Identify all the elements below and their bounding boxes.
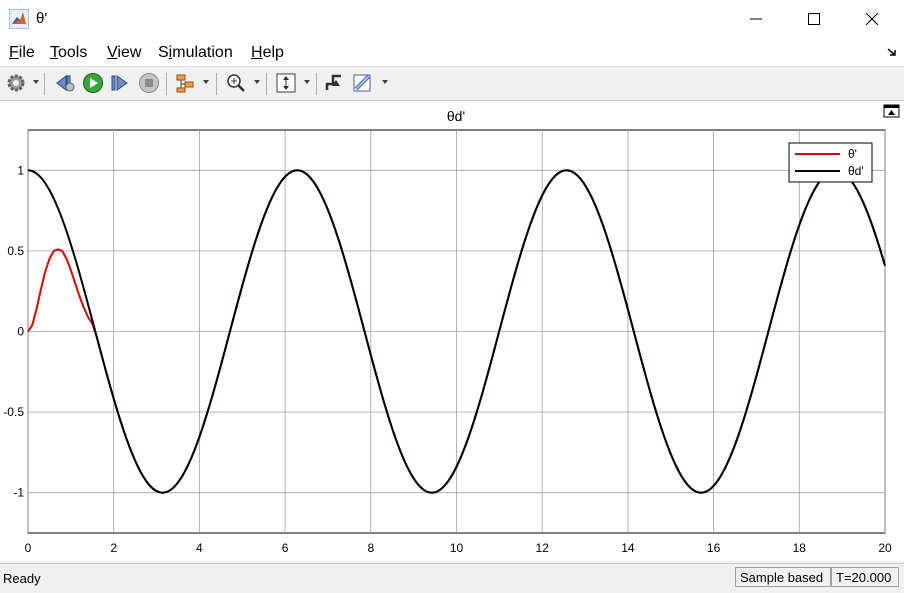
menu-view[interactable]: View xyxy=(107,44,141,62)
x-tick-label: 10 xyxy=(450,541,464,555)
menu-help-accel: H xyxy=(251,44,263,61)
plot-title: θd' xyxy=(447,108,465,124)
menu-tools-rest: ools xyxy=(58,44,88,61)
settings-gear-icon xyxy=(7,74,25,92)
x-tick-label: 20 xyxy=(878,541,892,555)
minimize-button[interactable] xyxy=(727,0,785,38)
x-tick-label: 14 xyxy=(621,541,635,555)
sample-mode-field: Sample based xyxy=(735,567,831,587)
toolbar-separator xyxy=(266,73,267,95)
step-back-button[interactable] xyxy=(54,72,76,94)
zoom-in-icon xyxy=(227,74,245,92)
menu-tools-accel: T xyxy=(50,44,58,61)
y-tick-label: 1 xyxy=(17,163,24,177)
run-icon xyxy=(83,73,103,93)
status-text: Ready xyxy=(3,571,41,586)
cursor-measurements-icon xyxy=(353,74,371,92)
menu-bar: File Tools View Simulation Help xyxy=(0,38,904,67)
menu-file-rest: ile xyxy=(18,44,35,61)
x-tick-label: 2 xyxy=(110,541,117,555)
legend-label-theta-d-prime: θd' xyxy=(848,164,864,178)
run-button[interactable] xyxy=(82,72,104,94)
maximize-button[interactable] xyxy=(785,0,843,38)
signal-selector-button[interactable] xyxy=(175,72,197,94)
menu-view-accel: V xyxy=(107,44,118,61)
settings-dropdown-arrow[interactable] xyxy=(33,80,39,84)
close-button[interactable] xyxy=(843,0,901,38)
triggers-icon xyxy=(325,74,341,90)
menu-simulation-rest: mulation xyxy=(172,44,233,61)
undock-button[interactable] xyxy=(883,104,900,118)
x-tick-label: 4 xyxy=(196,541,203,555)
zoom-button[interactable] xyxy=(225,72,247,94)
status-bar: Ready Sample based T=20.000 xyxy=(0,563,904,593)
menu-file[interactable]: File xyxy=(9,44,35,62)
step-forward-button[interactable] xyxy=(110,72,130,94)
toolbar-separator xyxy=(166,73,167,95)
x-tick-label: 12 xyxy=(536,541,550,555)
stop-icon xyxy=(139,73,159,93)
x-tick-label: 0 xyxy=(25,541,32,555)
y-tick-label: -1 xyxy=(13,486,24,500)
menu-view-rest: iew xyxy=(117,44,142,61)
scope-plot: θd' 0 2 4 6 8 10 12 14 16 18 20 1 0.5 0 -0.5 -1 θ' θd' xyxy=(0,101,904,561)
window-title: θ' xyxy=(36,10,48,27)
menu-help-rest: elp xyxy=(262,44,284,61)
cursor-measurements-button[interactable] xyxy=(352,72,374,94)
matlab-logo-icon xyxy=(9,9,29,29)
toolbar-separator xyxy=(44,73,45,95)
scope-plot-area: θd' 0 2 4 6 8 10 12 14 16 18 20 1 0.5 0 -0.5 -1 θ' θd' xyxy=(0,101,904,561)
close-icon xyxy=(866,13,878,25)
menu-simulation[interactable]: Simulation xyxy=(158,44,233,62)
dock-arrow-icon[interactable] xyxy=(886,46,898,58)
y-tick-label: 0.5 xyxy=(7,244,24,258)
menu-simulation-prefix: S xyxy=(158,44,169,61)
stop-button[interactable] xyxy=(138,72,160,94)
step-forward-icon xyxy=(111,75,128,91)
measurements-dropdown-arrow[interactable] xyxy=(382,80,388,84)
toolbar xyxy=(0,67,904,101)
title-bar: θ' xyxy=(0,0,904,38)
toolbar-separator xyxy=(316,73,317,95)
x-tick-label: 6 xyxy=(282,541,289,555)
sim-time-field: T=20.000 xyxy=(831,567,899,587)
toolbar-separator xyxy=(216,73,217,95)
triggers-button[interactable] xyxy=(324,72,344,94)
signal-selector-icon xyxy=(176,74,194,93)
legend[interactable]: θ' θd' xyxy=(788,142,873,183)
fit-to-view-button[interactable] xyxy=(275,72,297,94)
y-tick-label: -0.5 xyxy=(3,405,24,419)
x-tick-label: 18 xyxy=(793,541,807,555)
zoom-dropdown-arrow[interactable] xyxy=(254,80,260,84)
menu-tools[interactable]: Tools xyxy=(50,44,87,62)
minimize-icon xyxy=(750,18,762,20)
y-tick-label: 0 xyxy=(17,325,24,339)
maximize-icon xyxy=(808,13,820,25)
signal-selector-dropdown-arrow[interactable] xyxy=(203,80,209,84)
settings-button[interactable] xyxy=(6,72,26,94)
x-tick-label: 16 xyxy=(707,541,721,555)
menu-file-accel: F xyxy=(9,44,19,61)
fit-to-view-icon xyxy=(276,73,296,93)
menu-help[interactable]: Help xyxy=(251,44,284,62)
step-back-icon xyxy=(56,74,75,92)
x-tick-label: 8 xyxy=(367,541,374,555)
fit-dropdown-arrow[interactable] xyxy=(304,80,310,84)
legend-label-theta-prime: θ' xyxy=(848,147,857,161)
